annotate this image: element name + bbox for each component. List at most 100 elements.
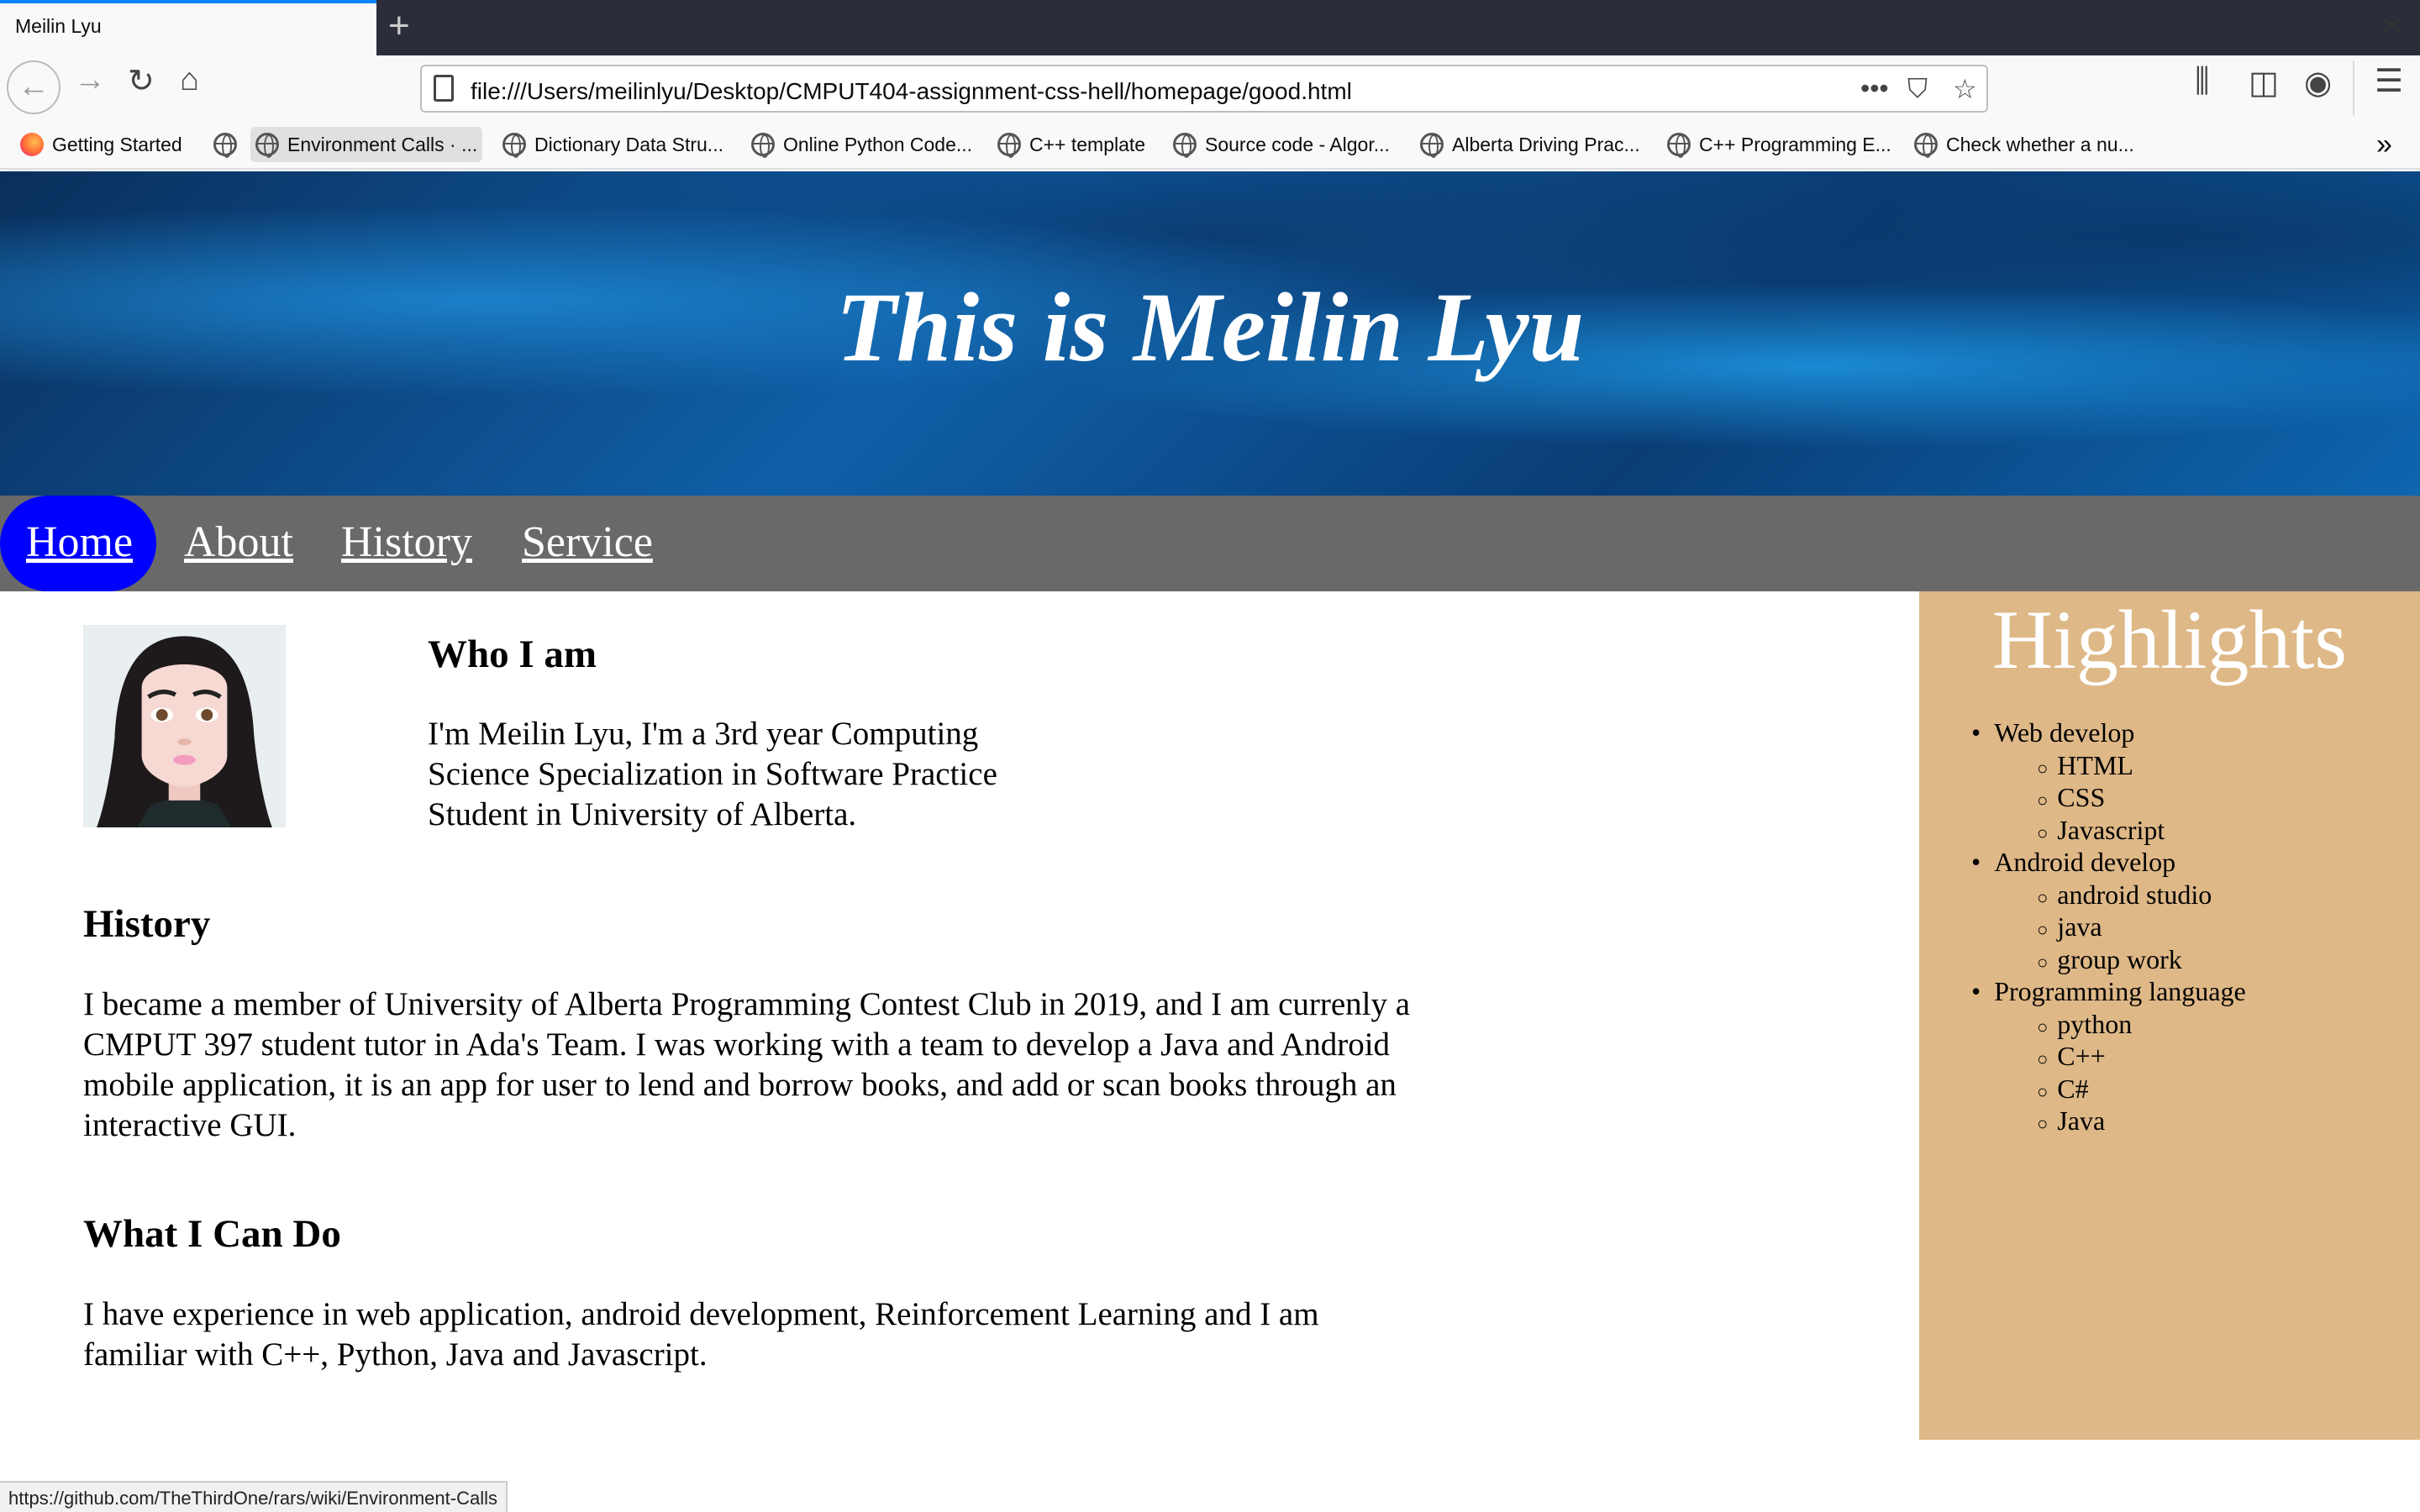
history-paragraph: I became a member of University of Alber… xyxy=(83,984,1410,1146)
bookmark-item[interactable]: C++ Programming E... xyxy=(1662,127,1897,162)
more-actions-icon[interactable]: ••• xyxy=(1860,73,1889,104)
home-icon[interactable]: ⌂ xyxy=(180,62,199,98)
nav-home[interactable]: Home xyxy=(26,517,133,567)
globe-icon xyxy=(1173,133,1197,158)
highlight-group: • Web develop xyxy=(1971,717,2134,748)
bookmark-label: Check whether a nu... xyxy=(1946,133,2134,155)
navigation-toolbar: ← → ↻ ⌂ file:///Users/meilinlyu/Desktop/… xyxy=(0,55,2420,120)
bookmark-label: Online Python Code... xyxy=(783,133,973,155)
bullet-disc-icon: • xyxy=(1971,976,1995,1006)
bullet-circle-icon: ○ xyxy=(2037,886,2058,908)
bookmark-label: Environment Calls · ... xyxy=(287,133,478,155)
globe-icon xyxy=(997,133,1021,158)
bullet-circle-icon: ○ xyxy=(2037,1080,2058,1102)
highlight-item: ○ python xyxy=(2037,1009,2132,1040)
sidebar-toggle-icon[interactable]: ◫ xyxy=(2249,64,2279,102)
bookmark-item[interactable]: Check whether a nu... xyxy=(1909,127,2139,162)
highlight-item-label: HTML xyxy=(2057,749,2133,780)
bookmark-item[interactable]: Online Python Code... xyxy=(746,127,977,162)
history-heading: History xyxy=(83,902,211,946)
globe-icon xyxy=(1420,133,1444,158)
highlight-item: ○ C++ xyxy=(2037,1041,2106,1072)
globe-icon xyxy=(1914,133,1938,158)
text-line: interactive GUI. xyxy=(83,1107,297,1143)
bullet-disc-icon: • xyxy=(1971,847,1995,877)
site-nav: Home About History Service xyxy=(0,496,2420,591)
bookmark-label: Dictionary Data Stru... xyxy=(534,133,723,155)
bookmark-item[interactable]: Environment Calls · ... xyxy=(250,127,483,162)
header-banner: This is Meilin Lyu xyxy=(0,171,2420,496)
text-line: CMPUT 397 student tutor in Ada's Team. I… xyxy=(83,1026,1391,1063)
nav-history[interactable]: History xyxy=(341,517,472,567)
pocket-icon[interactable]: ⛉ xyxy=(1907,73,1928,105)
bookmark-item[interactable]: Alberta Driving Prac... xyxy=(1415,127,1645,162)
text-line: Student in University of Alberta. xyxy=(428,796,857,832)
address-bar[interactable]: file:///Users/meilinlyu/Desktop/CMPUT404… xyxy=(420,65,1988,113)
bullet-circle-icon: ○ xyxy=(2037,822,2058,843)
globe-icon xyxy=(751,133,775,158)
who-paragraph: I'm Meilin Lyu, I'm a 3rd year Computing… xyxy=(428,714,997,835)
bullet-circle-icon: ○ xyxy=(2037,1048,2058,1069)
bookmark-item[interactable]: Dictionary Data Stru... xyxy=(497,127,729,162)
highlight-group-label: Programming language xyxy=(1994,976,2246,1006)
globe-icon xyxy=(502,133,526,158)
page-icon xyxy=(434,75,454,102)
close-tab-icon[interactable]: ✕ xyxy=(2381,10,2403,42)
highlight-item-label: group work xyxy=(2057,943,2182,974)
highlight-group-label: Android develop xyxy=(1994,847,2176,877)
highlight-item: ○ C# xyxy=(2037,1074,2089,1105)
bookmark-item[interactable]: Getting Started xyxy=(15,127,187,162)
text-line: Science Specialization in Software Pract… xyxy=(428,756,997,792)
text-line: I'm Meilin Lyu, I'm a 3rd year Computing xyxy=(428,716,979,752)
highlight-group: • Programming language xyxy=(1971,976,2246,1007)
globe-icon xyxy=(1667,133,1691,158)
text-line: I have experience in web application, an… xyxy=(83,1296,1319,1332)
highlight-item-label: CSS xyxy=(2057,782,2106,812)
library-icon[interactable]: ⫼ xyxy=(2195,64,2209,100)
nav-service[interactable]: Service xyxy=(522,517,653,567)
menu-icon[interactable]: ☰ xyxy=(2375,62,2403,100)
bullet-disc-icon: • xyxy=(1971,717,1995,748)
highlight-item: ○ java xyxy=(2037,911,2102,942)
highlight-item: ○ Java xyxy=(2037,1105,2105,1137)
firefox-icon xyxy=(20,133,44,156)
highlight-item-label: C++ xyxy=(2057,1041,2106,1071)
url-text[interactable]: file:///Users/meilinlyu/Desktop/CMPUT404… xyxy=(471,78,1352,105)
bookmark-item[interactable] xyxy=(208,127,250,162)
status-bar-link: https://github.com/TheThirdOne/rars/wiki… xyxy=(0,1481,508,1512)
nav-about[interactable]: About xyxy=(184,517,293,567)
highlight-item-label: Java xyxy=(2057,1105,2106,1136)
avatar xyxy=(83,625,286,827)
globe-icon xyxy=(213,133,237,158)
highlight-item: ○ HTML xyxy=(2037,750,2133,781)
reload-icon[interactable]: ↻ xyxy=(128,62,155,100)
bookmark-label: Alberta Driving Prac... xyxy=(1452,133,1640,155)
bookmark-item[interactable]: C++ template xyxy=(992,127,1150,162)
highlight-group-label: Web develop xyxy=(1994,717,2135,748)
bullet-circle-icon: ○ xyxy=(2037,757,2058,779)
back-arrow-icon[interactable]: ← xyxy=(7,60,60,114)
more-bookmarks-chevron-icon[interactable]: » xyxy=(2371,127,2397,162)
toolbar-divider xyxy=(2353,60,2354,116)
who-heading: Who I am xyxy=(428,633,597,676)
globe-icon xyxy=(255,133,279,158)
browser-tab[interactable]: Meilin Lyu ✕ xyxy=(0,0,2403,55)
bookmarks-bar: Getting Started Environment Calls · ... … xyxy=(0,120,2420,170)
text-line: mobile application, it is an app for use… xyxy=(83,1067,1397,1103)
bullet-circle-icon: ○ xyxy=(2037,919,2058,940)
bullet-circle-icon: ○ xyxy=(2037,1113,2058,1134)
new-tab-icon[interactable]: + xyxy=(388,5,410,47)
bookmark-star-icon[interactable]: ☆ xyxy=(1953,73,1977,105)
bullet-circle-icon: ○ xyxy=(2037,1016,2058,1037)
highlight-item: ○ group work xyxy=(2037,944,2182,975)
tab-title: Meilin Lyu xyxy=(15,15,102,37)
account-icon[interactable]: ◉ xyxy=(2304,64,2332,102)
highlight-item: ○ Javascript xyxy=(2037,815,2165,846)
bookmark-item[interactable]: Source code - Algor... xyxy=(1168,127,1395,162)
highlight-item-label: android studio xyxy=(2057,879,2212,910)
bullet-circle-icon: ○ xyxy=(2037,951,2058,973)
highlight-item: ○ android studio xyxy=(2037,879,2212,911)
highlight-item-label: java xyxy=(2057,911,2102,942)
bookmark-label: C++ Programming E... xyxy=(1699,133,1891,155)
forward-arrow-icon[interactable]: → xyxy=(74,62,106,98)
